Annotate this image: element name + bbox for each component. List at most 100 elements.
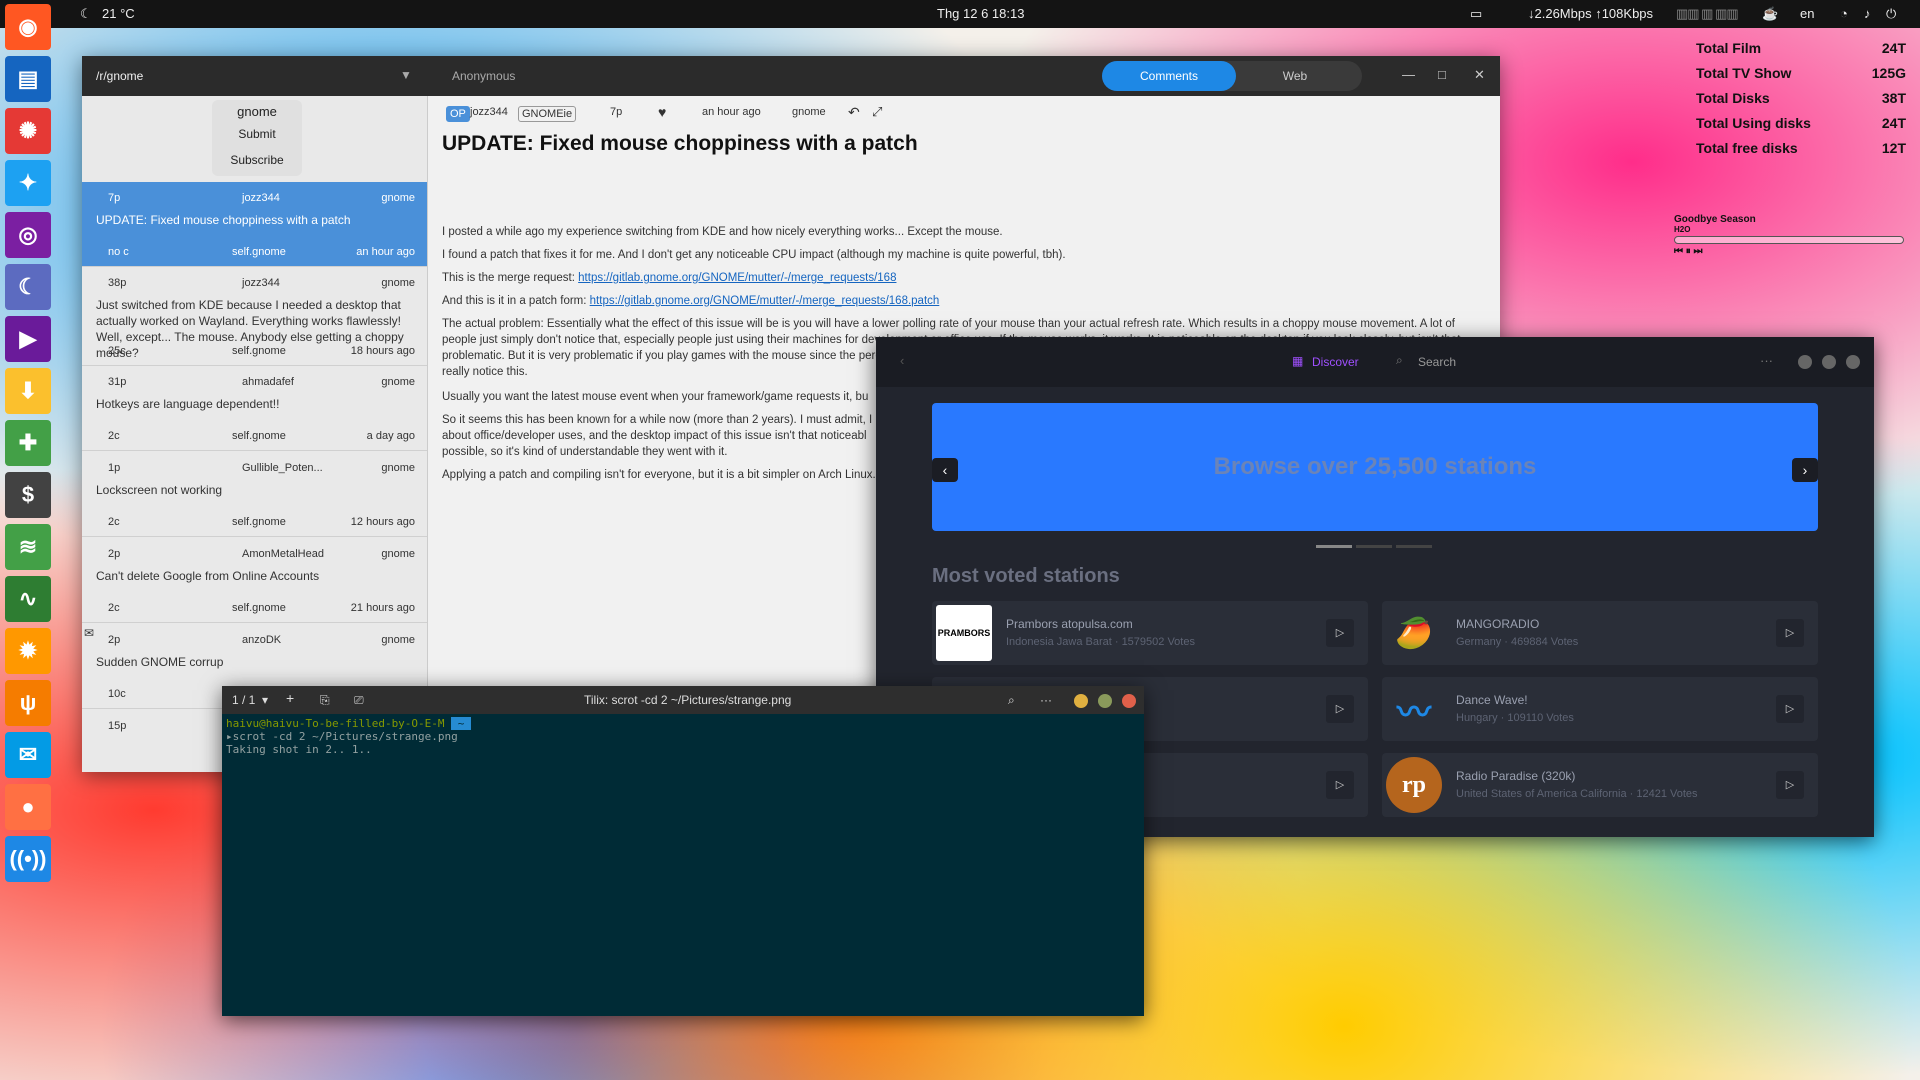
- list-item[interactable]: 2p AmonMetalHead gnome Can't delete Goog…: [82, 538, 427, 623]
- post-author[interactable]: jozz344: [470, 106, 508, 118]
- maximize-button[interactable]: [1822, 355, 1836, 369]
- gamepad-icon[interactable]: ✚: [5, 420, 51, 466]
- song-artist: H2O: [1674, 225, 1691, 234]
- minimize-icon[interactable]: —: [1402, 67, 1415, 82]
- tab-comments[interactable]: Comments: [1102, 61, 1236, 91]
- discover-tab[interactable]: Discover: [1312, 355, 1359, 369]
- sidebar-icon[interactable]: ⎚: [354, 693, 364, 708]
- chrome-icon[interactable]: ◉: [5, 4, 51, 50]
- minimize-button[interactable]: [1074, 694, 1088, 708]
- volume-icon[interactable]: ♪: [1864, 6, 1871, 21]
- menu-title[interactable]: gnome: [212, 104, 302, 119]
- stat-row: Total free disks 12T: [1696, 140, 1906, 156]
- user-label[interactable]: Anonymous: [452, 69, 515, 83]
- post-paragraph: I posted a while ago my experience switc…: [442, 226, 1003, 238]
- subreddit-input[interactable]: /r/gnome: [96, 69, 143, 83]
- download-icon[interactable]: ⬇: [5, 368, 51, 414]
- minimize-button[interactable]: [1798, 355, 1812, 369]
- music-widget: Goodbye Season H2O ⏮ ⏸ ⏭: [1674, 214, 1904, 257]
- play-icon[interactable]: ▷: [1326, 619, 1354, 647]
- station-card[interactable]: PRAMBORS Prambors atopulsa.com Indonesia…: [932, 601, 1368, 665]
- power-icon[interactable]: ⏻: [1886, 6, 1896, 22]
- promo-banner[interactable]: ‹ Browse over 25,500 stations ›: [932, 403, 1818, 531]
- reply-icon[interactable]: ↶: [848, 104, 860, 121]
- media-controls[interactable]: ⏮ ⏸ ⏭: [1674, 246, 1904, 257]
- money-icon[interactable]: $: [5, 472, 51, 518]
- cpu-graph-icon: ▥▥ ▥ ▥▥: [1676, 6, 1739, 21]
- heart-icon[interactable]: ♥: [658, 104, 666, 120]
- patch-link[interactable]: https://gitlab.gnome.org/GNOME/mutter/-/…: [590, 295, 940, 307]
- add-terminal-icon[interactable]: +: [286, 690, 294, 706]
- expand-icon[interactable]: ⤢: [872, 104, 882, 120]
- system-monitor-icon[interactable]: ∿: [5, 576, 51, 622]
- merge-request-link[interactable]: https://gitlab.gnome.org/GNOME/mutter/-/…: [578, 272, 896, 284]
- list-item[interactable]: 38p jozz344 gnome Just switched from KDE…: [82, 267, 427, 366]
- cup-icon[interactable]: ☕: [1762, 6, 1778, 22]
- post-sub[interactable]: gnome: [792, 106, 826, 118]
- stat-row: Total TV Show 125G: [1696, 65, 1906, 81]
- aperture-icon[interactable]: ✺: [5, 108, 51, 154]
- subscribe-button[interactable]: Subscribe: [212, 153, 302, 167]
- weather-label: 21 °C: [102, 6, 135, 21]
- chevron-down-icon[interactable]: ▾: [262, 693, 268, 707]
- search-icon[interactable]: ⌕: [1008, 693, 1015, 708]
- output-line: Taking shot in 2.. 1..: [226, 743, 372, 756]
- command-line: ▸scrot -cd 2 ~/Pictures/strange.png: [226, 730, 458, 743]
- wifi-icon[interactable]: ◔: [1840, 6, 1848, 21]
- chevron-right-icon[interactable]: ›: [1792, 458, 1818, 482]
- post-points: 7p: [610, 106, 623, 118]
- moon-app-icon[interactable]: ☾: [5, 264, 51, 310]
- maximize-button[interactable]: [1098, 694, 1112, 708]
- play-icon[interactable]: ▷: [1776, 619, 1804, 647]
- tab-web[interactable]: Web: [1228, 61, 1362, 91]
- more-icon[interactable]: ···: [1040, 693, 1052, 707]
- carousel-dot[interactable]: [1316, 545, 1352, 548]
- clock[interactable]: Thg 12 6 18:13: [937, 6, 1024, 21]
- more-icon[interactable]: ···: [1760, 353, 1773, 368]
- split-icon[interactable]: ⎘: [320, 693, 330, 708]
- network-speed: ↓2.26Mbps ↑108Kbps: [1528, 6, 1654, 21]
- restaurant-icon[interactable]: ψ: [5, 680, 51, 726]
- podcast-icon[interactable]: ◎: [5, 212, 51, 258]
- play-icon[interactable]: ▷: [1776, 771, 1804, 799]
- stat-row: Total Using disks 24T: [1696, 115, 1906, 131]
- close-icon[interactable]: ✕: [1474, 67, 1485, 83]
- list-item[interactable]: 1p Gullible_Poten... gnome Lockscreen no…: [82, 452, 427, 537]
- maximize-icon[interactable]: □: [1438, 67, 1446, 82]
- search-tab[interactable]: Search: [1418, 355, 1456, 369]
- close-button[interactable]: [1122, 694, 1136, 708]
- list-item[interactable]: 31p ahmadafef gnome Hotkeys are language…: [82, 366, 427, 451]
- broadcast-icon[interactable]: ((•)): [5, 836, 51, 882]
- play-icon[interactable]: ▷: [1776, 695, 1804, 723]
- close-button[interactable]: [1846, 355, 1860, 369]
- pineapple-icon[interactable]: ✹: [5, 628, 51, 674]
- station-card[interactable]: rp Radio Paradise (320k) United States o…: [1382, 753, 1818, 817]
- thunderbird-icon[interactable]: ✉: [5, 732, 51, 778]
- flair-badge: GNOMEie: [518, 106, 577, 122]
- spotify-icon[interactable]: ≋: [5, 524, 51, 570]
- language-indicator[interactable]: en: [1800, 6, 1814, 21]
- twitter-icon[interactable]: ✦: [5, 160, 51, 206]
- session-indicator[interactable]: 1 / 1: [232, 693, 255, 707]
- search-icon: ⌕: [1396, 353, 1403, 367]
- video-player-icon[interactable]: ▶: [5, 316, 51, 362]
- carousel-dot[interactable]: [1356, 545, 1392, 548]
- top-bar: ☾ 21 °C Thg 12 6 18:13 ▭ ↓2.26Mbps ↑108K…: [0, 0, 1920, 28]
- list-item[interactable]: 7p jozz344 gnome UPDATE: Fixed mouse cho…: [82, 182, 427, 267]
- radio-header: ‹ ▦ Discover ⌕ Search ···: [876, 337, 1874, 387]
- play-icon[interactable]: ▷: [1326, 695, 1354, 723]
- play-icon[interactable]: ▷: [1326, 771, 1354, 799]
- stat-row: Total Film 24T: [1696, 40, 1906, 56]
- back-icon[interactable]: ‹: [900, 353, 904, 368]
- files-icon[interactable]: ▤: [5, 56, 51, 102]
- screen-icon[interactable]: ▭: [1470, 6, 1482, 22]
- station-card[interactable]: 〰 Dance Wave! Hungary · 109110 Votes ▷: [1382, 677, 1818, 741]
- station-card[interactable]: 🥭 MANGORADIO Germany · 469884 Votes ▷: [1382, 601, 1818, 665]
- terminal-window[interactable]: 1 / 1 ▾ + ⎘ ⎚ Tilix: scrot -cd 2 ~/Pictu…: [222, 686, 1144, 1016]
- progress-bar[interactable]: [1674, 236, 1904, 244]
- submit-button[interactable]: Submit: [212, 127, 302, 141]
- terminal-header: 1 / 1 ▾ + ⎘ ⎚ Tilix: scrot -cd 2 ~/Pictu…: [222, 686, 1144, 714]
- chevron-down-icon[interactable]: ▼: [400, 68, 412, 82]
- reddit-icon[interactable]: ●: [5, 784, 51, 830]
- carousel-dot[interactable]: [1396, 545, 1432, 548]
